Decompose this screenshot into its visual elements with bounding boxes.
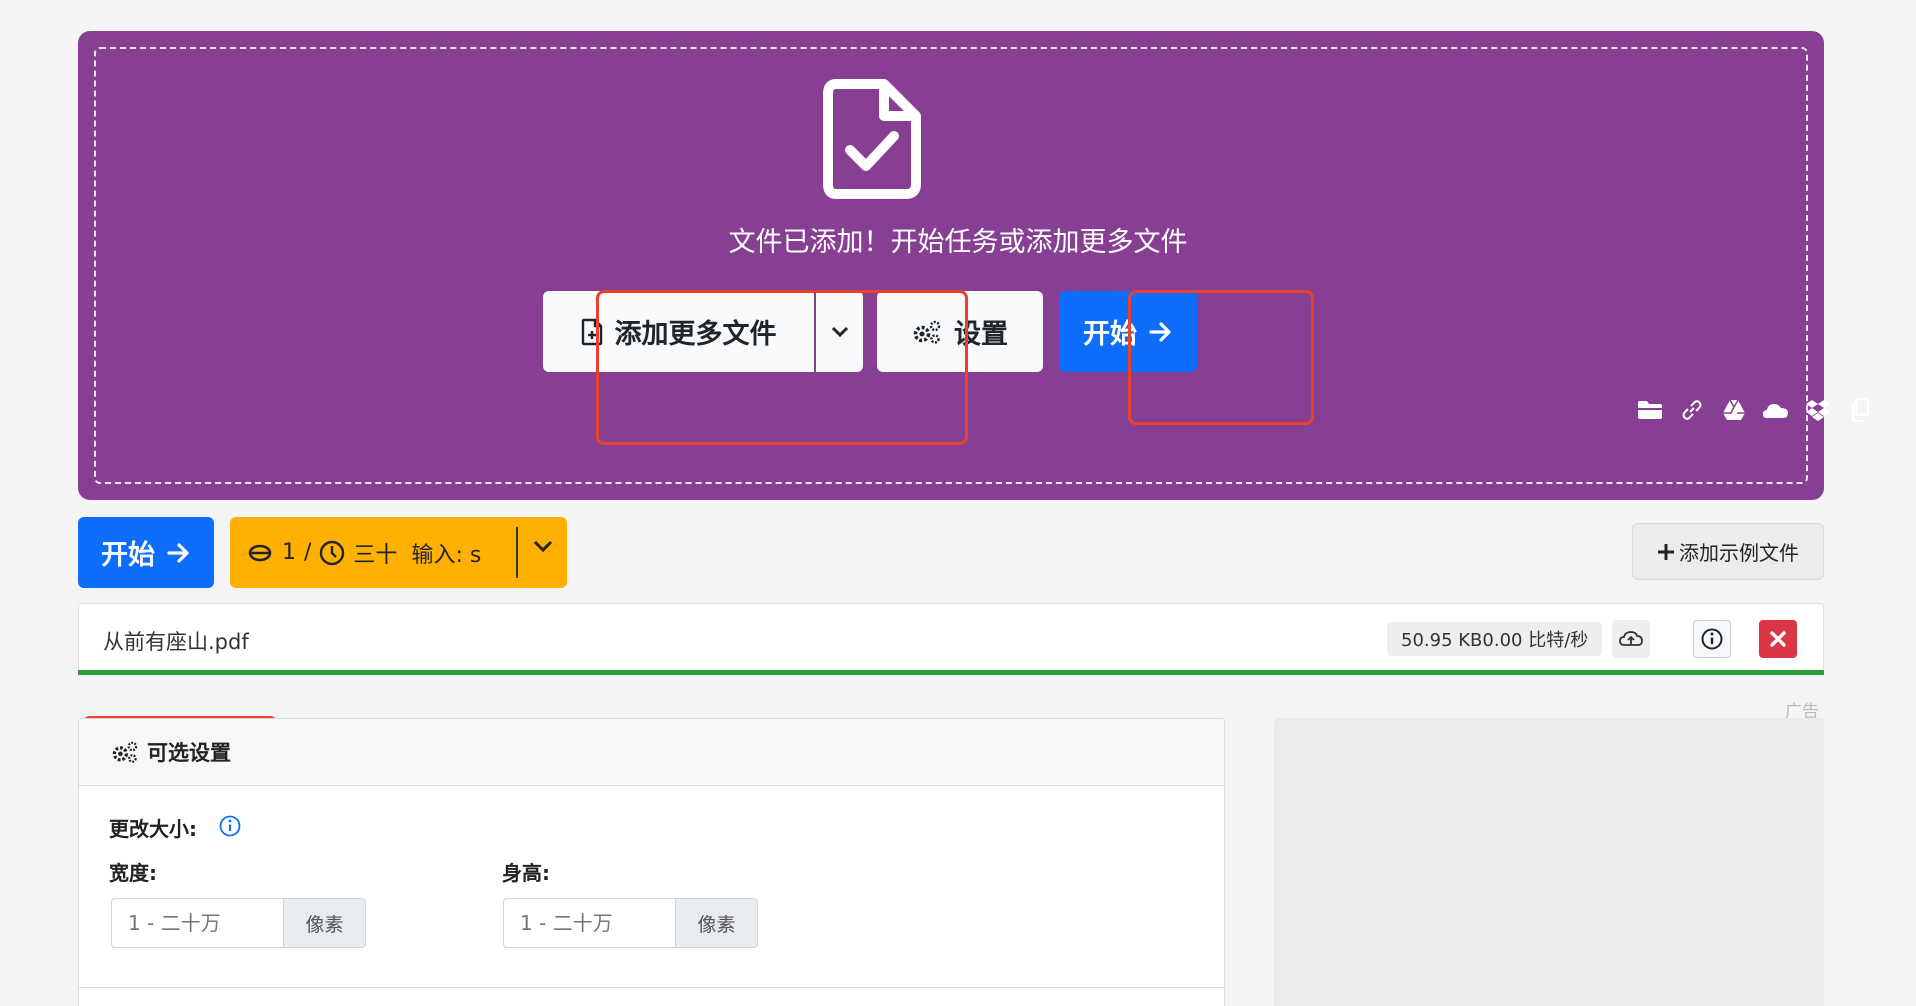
ad-placeholder: [1274, 718, 1824, 1006]
info-icon[interactable]: [219, 815, 241, 837]
start-button[interactable]: 开始: [78, 517, 214, 588]
plus-icon: [1658, 543, 1674, 560]
arrow-right-icon: [167, 542, 189, 563]
height-unit: 像素: [676, 898, 758, 948]
optional-settings-panel: 可选设置 更改大小: 宽度: 像素 身高: 像素: [78, 718, 1225, 1006]
resize-label: 更改大小:: [109, 817, 197, 841]
credits-time: 三十: [353, 542, 398, 568]
width-unit: 像素: [284, 898, 366, 948]
file-row: 从前有座山.pdf 50.95 KB0.00 比特/秒: [78, 603, 1824, 675]
chevron-down-icon: [533, 540, 553, 553]
onedrive-icon[interactable]: [1762, 396, 1790, 424]
upload-progress-bar: [78, 670, 1824, 675]
panel-divider: [79, 987, 1224, 988]
coins-icon: [248, 544, 272, 561]
clipboard-icon[interactable]: [1846, 396, 1874, 424]
add-sample-file-label: 添加示例文件: [1679, 541, 1799, 565]
cloud-source-icons: [1636, 396, 1874, 424]
folder-icon[interactable]: [1636, 396, 1664, 424]
credits-divider: /: [304, 540, 312, 565]
highlight-start: [1128, 290, 1314, 425]
height-input[interactable]: [503, 898, 676, 948]
file-name: 从前有座山.pdf: [103, 630, 249, 654]
cloud-upload-icon: [1619, 631, 1643, 646]
credits-dropdown[interactable]: 1 / 三十 输入: s: [230, 517, 567, 588]
width-input[interactable]: [111, 898, 284, 948]
link-icon[interactable]: [1678, 396, 1706, 424]
dropdown-separator: [516, 527, 518, 578]
highlight-add-more: [596, 290, 968, 445]
file-info-button[interactable]: [1693, 620, 1731, 658]
clock-icon: [320, 540, 345, 565]
gears-icon: [112, 741, 138, 763]
save-to-cloud-button[interactable]: [1612, 620, 1650, 658]
remove-file-button[interactable]: [1759, 620, 1797, 658]
optional-settings-title: 可选设置: [147, 741, 231, 765]
start-label: 开始: [101, 540, 155, 571]
dropbox-icon[interactable]: [1804, 396, 1832, 424]
google-drive-icon[interactable]: [1720, 396, 1748, 424]
width-label: 宽度:: [109, 861, 157, 885]
height-label: 身高:: [502, 861, 550, 885]
file-check-icon: [823, 79, 921, 199]
info-icon: [1701, 628, 1723, 650]
dropzone-message: 文件已添加！开始任务或添加更多文件: [728, 227, 1188, 258]
credits-count: 1: [282, 540, 296, 565]
close-icon: [1770, 631, 1786, 647]
add-sample-file-button[interactable]: 添加示例文件: [1632, 523, 1824, 580]
credits-input: 输入: s: [411, 542, 482, 568]
optional-settings-header[interactable]: 可选设置: [79, 719, 1224, 786]
file-size-speed: 50.95 KB0.00 比特/秒: [1387, 622, 1603, 656]
